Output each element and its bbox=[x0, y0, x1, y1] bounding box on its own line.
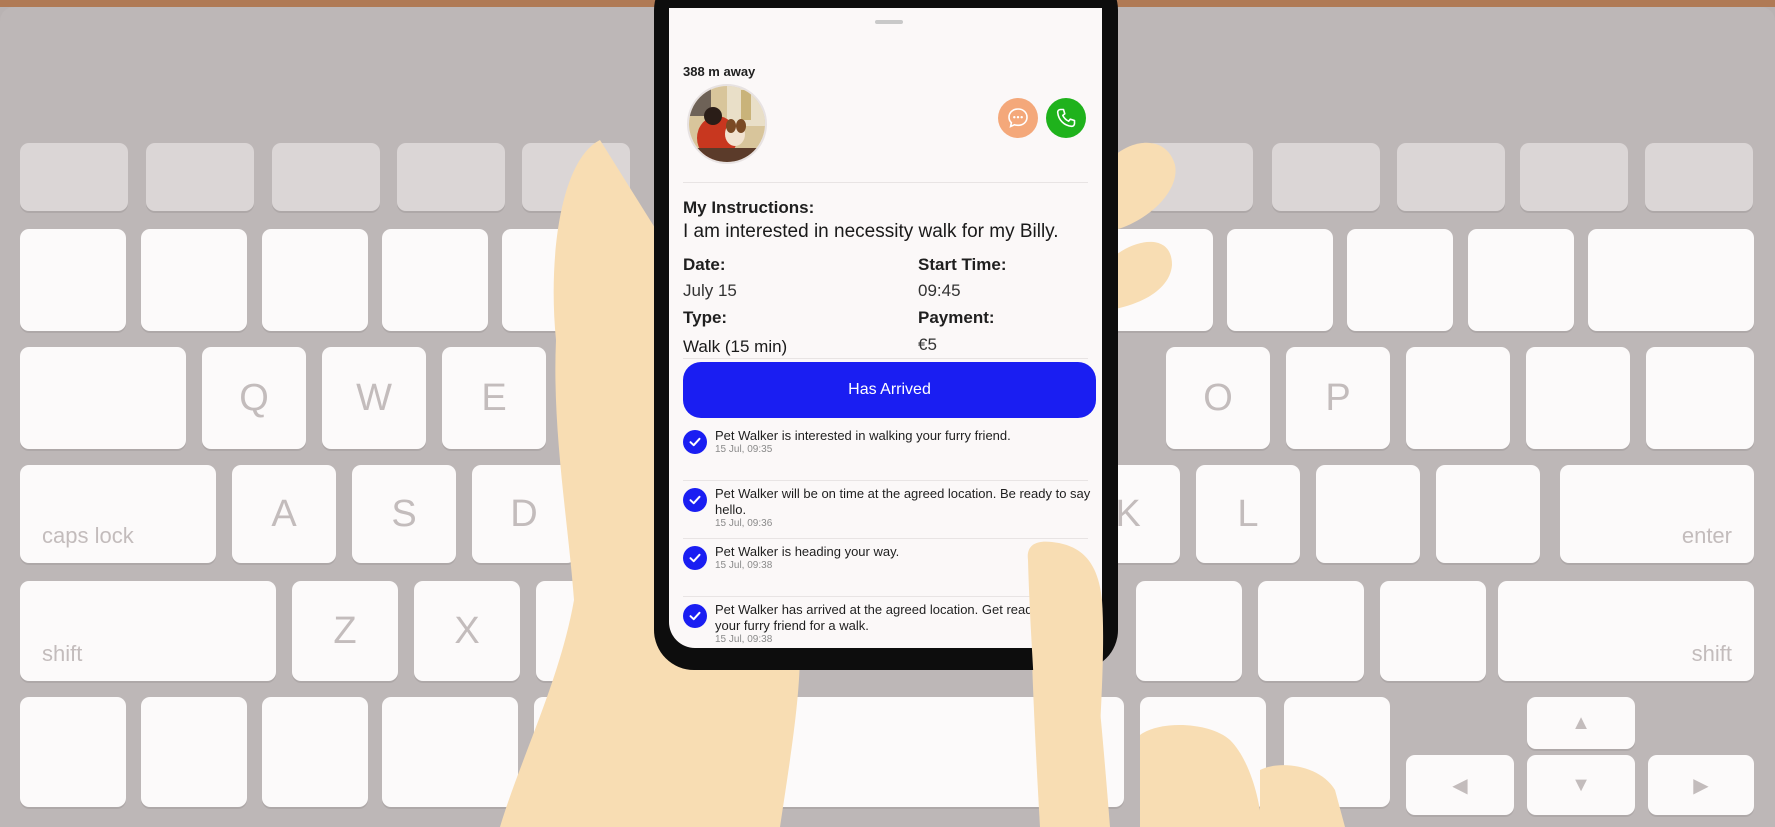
pointing-finger-illustration bbox=[1027, 541, 1104, 827]
